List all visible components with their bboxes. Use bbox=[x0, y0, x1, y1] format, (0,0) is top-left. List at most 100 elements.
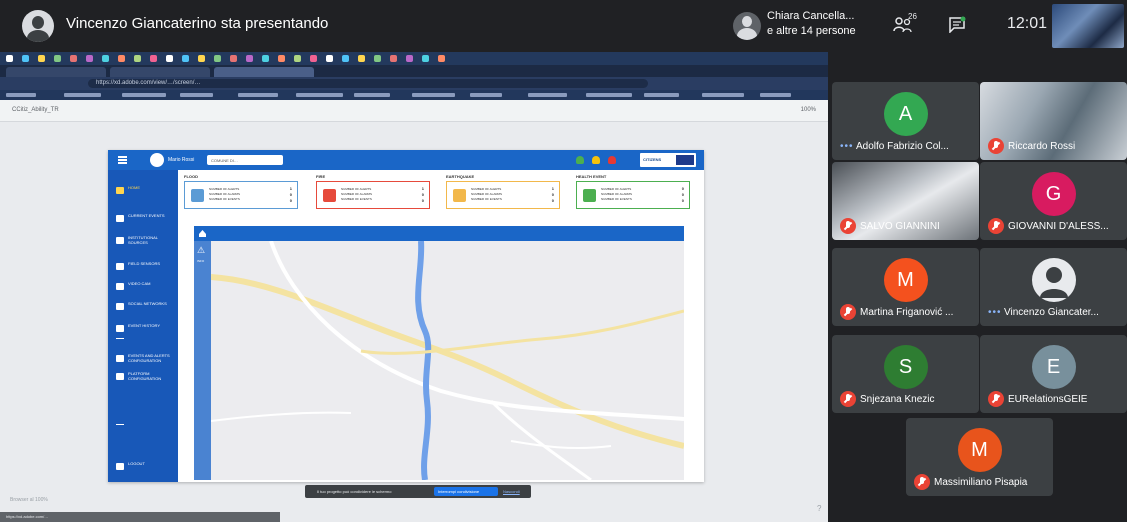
taskbar-app-icon[interactable] bbox=[438, 55, 445, 62]
participants-grid: A ••• Adolfo Fabrizio Col... Riccardo Rossi… bbox=[832, 52, 1127, 522]
bookmark-item[interactable] bbox=[122, 93, 166, 97]
prototype-screen: Mario Rossi COMUNE DI… CITIZENS HOME CURR… bbox=[108, 150, 704, 482]
bookmark-item[interactable] bbox=[644, 93, 679, 97]
chat-icon[interactable] bbox=[948, 16, 966, 33]
participant-tile[interactable]: G GIOVANNI D'ALESS... bbox=[980, 162, 1127, 240]
taskbar-app-icon[interactable] bbox=[150, 55, 157, 62]
taskbar-app-icon[interactable] bbox=[198, 55, 205, 62]
taskbar-app-icon[interactable] bbox=[22, 55, 29, 62]
hide-link[interactable]: Nascondi bbox=[503, 489, 520, 494]
screen-share-toast: Il tuo progetto può condividere le scher… bbox=[305, 485, 531, 498]
hazard-card[interactable]: HEALTH EVENT NUMBER OF ALERTS NUMBER OF AL… bbox=[576, 174, 690, 222]
self-video-thumbnail[interactable] bbox=[1052, 4, 1124, 48]
taskbar-app-icon[interactable] bbox=[374, 55, 381, 62]
taskbar-app-icon[interactable] bbox=[310, 55, 317, 62]
taskbar-app-icon[interactable] bbox=[134, 55, 141, 62]
taskbar-app-icon[interactable] bbox=[38, 55, 45, 62]
taskbar-app-icon[interactable] bbox=[118, 55, 125, 62]
taskbar-app-icon[interactable] bbox=[166, 55, 173, 62]
participant-tile[interactable]: S Snjezana Knezic bbox=[832, 335, 979, 413]
taskbar-app-icon[interactable] bbox=[54, 55, 61, 62]
others-line2: e altre 14 persone bbox=[767, 25, 856, 37]
others-summary[interactable]: Chiara Cancella... e altre 14 persone bbox=[767, 9, 856, 39]
participant-tile[interactable]: ••• Vincenzo Giancater... bbox=[980, 248, 1127, 326]
mic-off-icon bbox=[914, 474, 930, 490]
bookmark-item[interactable] bbox=[238, 93, 278, 97]
user-name: Mario Rossi bbox=[168, 157, 195, 163]
sidebar-item[interactable]: SOCIAL NETWORKS bbox=[116, 300, 174, 316]
sidebar-item[interactable]: INSTITUTIONAL SOURCES bbox=[116, 234, 174, 250]
taskbar-app-icon[interactable] bbox=[278, 55, 285, 62]
map[interactable] bbox=[211, 241, 684, 480]
hazard-card[interactable]: EARTHQUAKE NUMBER OF ALERTS NUMBER OF ALAR… bbox=[446, 174, 560, 222]
map-panel[interactable]: ⚠ INFO bbox=[194, 226, 684, 480]
zoom-level[interactable]: 100% bbox=[801, 107, 816, 113]
bookmark-item[interactable] bbox=[180, 93, 213, 97]
bookmark-item[interactable] bbox=[470, 93, 502, 97]
document-name: CCitiz_Ability_TR bbox=[12, 107, 59, 113]
sidebar-item[interactable]: EVENTS AND ALERTS CONFIGURATION bbox=[116, 352, 174, 368]
bell-icon-yellow[interactable] bbox=[592, 156, 600, 164]
warning-icon[interactable]: ⚠ bbox=[197, 245, 205, 256]
card-labels: NUMBER OF ALERTS NUMBER OF ALARMS NUMBER O… bbox=[209, 187, 240, 202]
bookmark-item[interactable] bbox=[354, 93, 390, 97]
taskbar-app-icon[interactable] bbox=[102, 55, 109, 62]
taskbar-app-icon[interactable] bbox=[86, 55, 93, 62]
participant-tile[interactable]: M Martina Friganović ... bbox=[832, 248, 979, 326]
url-text: https://xd.adobe.com/view/…/screen/… bbox=[96, 80, 201, 86]
card-labels: NUMBER OF ALERTS NUMBER OF ALARMS NUMBER O… bbox=[601, 187, 632, 202]
taskbar-app-icon[interactable] bbox=[358, 55, 365, 62]
bookmark-item[interactable] bbox=[528, 93, 567, 97]
sidebar-item-label: VIDEO CAM bbox=[128, 281, 151, 286]
taskbar-app-icon[interactable] bbox=[70, 55, 77, 62]
sidebar-item[interactable]: FIELD SENSORS bbox=[116, 260, 174, 276]
bookmark-item[interactable] bbox=[64, 93, 101, 97]
bookmark-item[interactable] bbox=[760, 93, 791, 97]
taskbar-app-icon[interactable] bbox=[342, 55, 349, 62]
bell-icon-red[interactable] bbox=[608, 156, 616, 164]
taskbar-app-icon[interactable] bbox=[422, 55, 429, 62]
bookmark-item[interactable] bbox=[6, 93, 36, 97]
hazard-card[interactable]: FIRE NUMBER OF ALERTS NUMBER OF ALARMS NUMB… bbox=[316, 174, 430, 222]
settings-icon bbox=[116, 373, 124, 380]
participant-tile[interactable]: M Massimiliano Pisapia bbox=[906, 418, 1053, 496]
menu-icon[interactable] bbox=[118, 156, 127, 164]
xd-toolbar: CCitiz_Ability_TR 100% bbox=[0, 100, 828, 122]
taskbar-app-icon[interactable] bbox=[262, 55, 269, 62]
taskbar-app-icon[interactable] bbox=[230, 55, 237, 62]
sidebar-item[interactable]: CURRENT EVENTS bbox=[116, 212, 174, 228]
home-icon[interactable] bbox=[198, 229, 207, 238]
bookmark-item[interactable] bbox=[702, 93, 744, 97]
sidebar-item[interactable]: EVENT HISTORY bbox=[116, 322, 174, 338]
taskbar-app-icon[interactable] bbox=[294, 55, 301, 62]
browser-tab[interactable] bbox=[6, 67, 106, 77]
taskbar-app-icon[interactable] bbox=[182, 55, 189, 62]
sidebar-item[interactable]: VIDEO CAM bbox=[116, 280, 174, 296]
taskbar-app-icon[interactable] bbox=[390, 55, 397, 62]
taskbar-app-icon[interactable] bbox=[406, 55, 413, 62]
bookmark-item[interactable] bbox=[296, 93, 343, 97]
municipality-select[interactable]: COMUNE DI… bbox=[207, 155, 283, 165]
help-icon[interactable]: ? bbox=[817, 504, 821, 513]
bell-icon-green[interactable] bbox=[576, 156, 584, 164]
sidebar-item-label: FIELD SENSORS bbox=[128, 261, 161, 266]
participant-tile[interactable]: A ••• Adolfo Fabrizio Col... bbox=[832, 82, 979, 160]
sidebar-item[interactable]: LOGOUT bbox=[116, 460, 174, 476]
participant-tile[interactable]: Riccardo Rossi bbox=[980, 82, 1127, 160]
sidebar-item[interactable]: PLATFORM CONFIGURATION bbox=[116, 370, 174, 386]
hazard-card[interactable]: FLOOD NUMBER OF ALERTS NUMBER OF ALARMS NUM… bbox=[184, 174, 298, 222]
stop-sharing-button[interactable]: Interrompi condivisione bbox=[434, 487, 498, 496]
participant-initial-avatar: E bbox=[1031, 345, 1076, 389]
sidebar-item[interactable]: HOME bbox=[116, 184, 174, 200]
bookmark-item[interactable] bbox=[586, 93, 632, 97]
bookmark-item[interactable] bbox=[412, 93, 455, 97]
browser-tab[interactable] bbox=[110, 67, 210, 77]
taskbar-app-icon[interactable] bbox=[326, 55, 333, 62]
user-icon[interactable] bbox=[150, 153, 164, 167]
taskbar-app-icon[interactable] bbox=[246, 55, 253, 62]
taskbar-app-icon[interactable] bbox=[214, 55, 221, 62]
participant-tile[interactable]: SALVO GIANNINI bbox=[832, 162, 979, 240]
browser-tab-active[interactable] bbox=[214, 67, 314, 77]
taskbar-app-icon[interactable] bbox=[6, 55, 13, 62]
participant-tile[interactable]: E EURelationsGEIE bbox=[980, 335, 1127, 413]
